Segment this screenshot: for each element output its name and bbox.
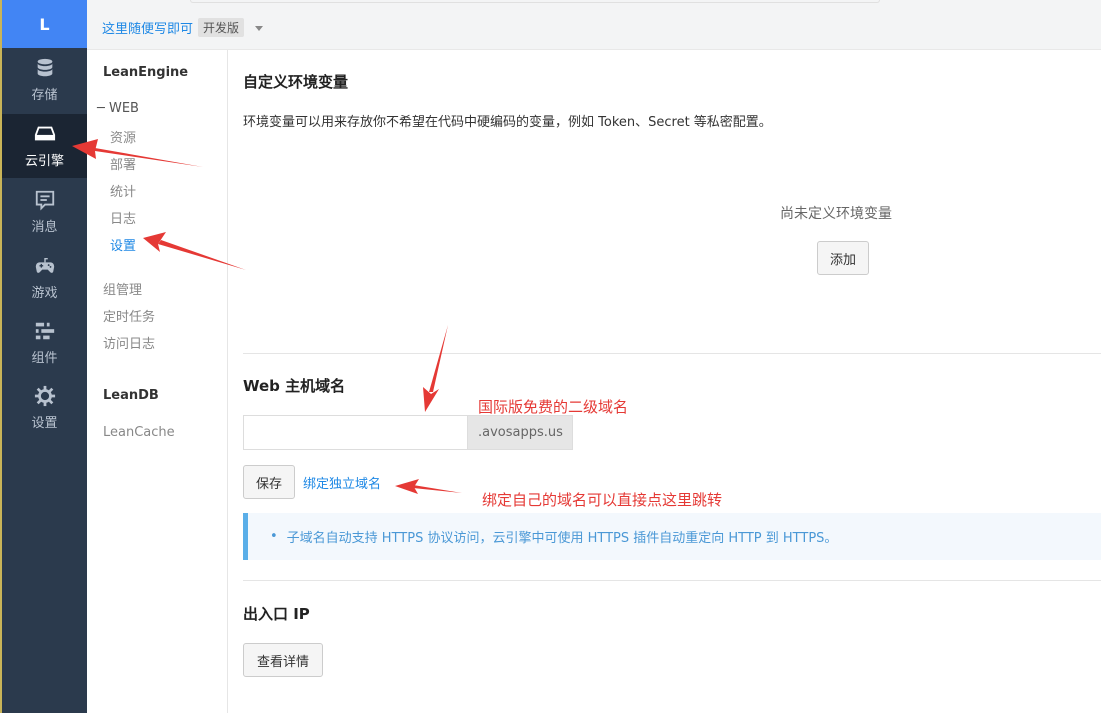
nav-item-resources[interactable]: 资源 [110, 127, 136, 146]
web-domain-title: Web 主机域名 [243, 377, 346, 395]
nav-item-stats[interactable]: 统计 [110, 181, 136, 200]
sidebar-item-label: 存储 [31, 88, 58, 103]
subdomain-input[interactable] [243, 415, 467, 450]
sidebar-item-label: 设置 [31, 416, 58, 431]
nav-item-access-logs[interactable]: 访问日志 [103, 333, 155, 352]
sidebar-item-label: 云引擎 [24, 154, 64, 169]
env-vars-description: 环境变量可以用来存放你不希望在代码中硬编码的变量，例如 Token、Secret… [243, 115, 772, 130]
nav-item-group-management[interactable]: 组管理 [103, 279, 142, 298]
nav-item-scheduled-tasks[interactable]: 定时任务 [103, 306, 155, 325]
sidebar-item-leanengine[interactable]: 云引擎 [2, 114, 87, 178]
gamepad-icon [35, 257, 54, 273]
bullet-icon: • [270, 529, 278, 544]
nav-heading-leanengine[interactable]: LeanEngine [103, 65, 188, 80]
settings-content: 自定义环境变量 环境变量可以用来存放你不希望在代码中硬编码的变量，例如 Toke… [228, 50, 1101, 713]
server-icon [34, 126, 55, 141]
app-logo[interactable]: L [2, 0, 87, 48]
bind-custom-domain-link[interactable]: 绑定独立域名 [303, 473, 381, 492]
nav-item-leancache[interactable]: LeanCache [103, 425, 175, 440]
sidebar-item-label: 游戏 [31, 286, 58, 301]
nav-item-settings[interactable]: 设置 [110, 235, 136, 254]
nav-item-deploy[interactable]: 部署 [110, 154, 136, 173]
app-name-link[interactable]: 这里随便写即可 [102, 18, 193, 37]
env-vars-title: 自定义环境变量 [243, 73, 349, 91]
nav-group-web[interactable]: ─ WEB [97, 101, 139, 116]
https-info-text: 子域名自动支持 HTTPS 协议访问，云引擎中可使用 HTTPS 插件自动重定向… [286, 531, 838, 546]
egress-ip-title: 出入口 IP [243, 605, 310, 623]
save-button[interactable]: 保存 [243, 465, 295, 499]
sidebar-item-components[interactable]: 组件 [2, 311, 87, 375]
add-env-var-button[interactable]: 添加 [817, 241, 869, 275]
components-icon [35, 322, 54, 340]
sidebar-item-label: 组件 [31, 351, 58, 366]
chevron-down-icon[interactable] [255, 26, 263, 31]
sidebar-item-settings[interactable]: 设置 [2, 376, 87, 440]
gear-icon [34, 385, 55, 407]
annotation-free-subdomain: 国际版免费的二级域名 [478, 398, 629, 416]
domain-suffix: .avosapps.us [467, 415, 573, 450]
sidebar-item-messages[interactable]: 消息 [2, 180, 87, 244]
leanengine-nav: LeanEngine ─ WEB 资源 部署 统计 日志 设置 组管理 定时任务… [87, 50, 228, 713]
database-icon [37, 58, 52, 77]
section-divider [243, 353, 1101, 354]
top-bar: 这里随便写即可 开发版 [87, 0, 1101, 50]
environment-badge[interactable]: 开发版 [198, 18, 245, 37]
sidebar-item-label: 消息 [31, 220, 58, 235]
annotation-bind-domain-hint: 绑定自己的域名可以直接点这里跳转 [482, 491, 723, 509]
https-info-tip: • 子域名自动支持 HTTPS 协议访问，云引擎中可使用 HTTPS 插件自动重… [243, 513, 1101, 560]
section-divider [243, 580, 1101, 581]
message-icon [35, 190, 54, 211]
sidebar-item-storage[interactable]: 存储 [2, 48, 87, 112]
nav-item-logs[interactable]: 日志 [110, 208, 136, 227]
sidebar-item-games[interactable]: 游戏 [2, 246, 87, 310]
view-details-button[interactable]: 查看详情 [243, 643, 323, 677]
env-vars-empty-state: 尚未定义环境变量 [780, 206, 892, 222]
address-bar-edge [190, 0, 880, 3]
app-sidebar: L 存储 云引擎 消息 游戏 组件 设置 [0, 0, 87, 713]
nav-heading-leandb[interactable]: LeanDB [103, 388, 159, 403]
